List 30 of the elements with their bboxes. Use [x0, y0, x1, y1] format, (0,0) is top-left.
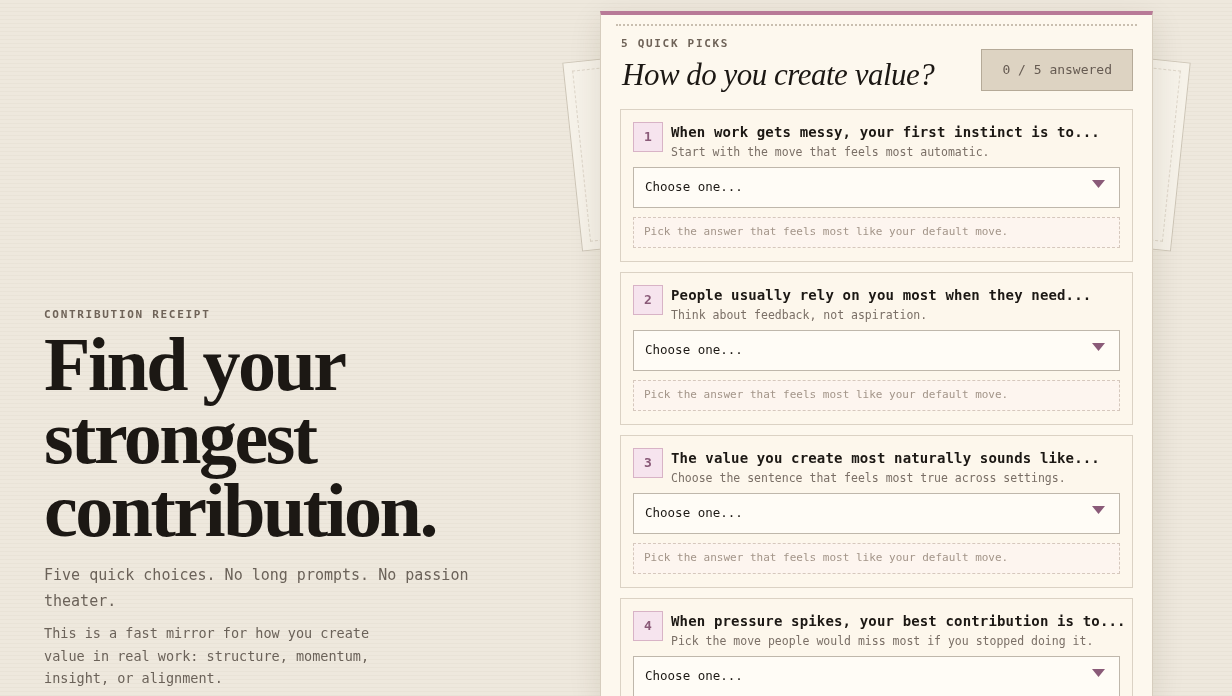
question-prompt: The value you create most naturally sounds like... [671, 449, 1100, 467]
answer-dropdown[interactable]: Choose one... [633, 167, 1120, 208]
answer-note: Pick the answer that feels most like your default move. [633, 380, 1120, 411]
question-helper: Start with the move that feels most automatic. [671, 144, 991, 160]
question-number: 3 [633, 448, 663, 478]
answer-dropdown[interactable]: Choose one... [633, 493, 1120, 534]
eyebrow-label: 5 QUICK PICKS [620, 37, 731, 51]
question-helper: Choose the sentence that feels most true across settings. [671, 470, 1067, 486]
answer-note: Pick the answer that feels most like your default move. [633, 217, 1120, 248]
caret-icon [1092, 506, 1105, 514]
answer-note: Pick the answer that feels most like your default move. [633, 543, 1120, 574]
question-prompt: People usually rely on you most when they need... [671, 286, 1092, 304]
answer-dropdown[interactable]: Choose one... [633, 330, 1120, 371]
answer-dropdown[interactable]: Choose one... [633, 656, 1120, 696]
question-number: 4 [633, 611, 663, 641]
body-paragraph: This is a fast mirror for how you create value in real work: structure, momentum, insight, or alignment. [44, 624, 371, 688]
question-number: 2 [633, 285, 663, 315]
lead-paragraph: Five quick choices. No long prompts. No passion theater. [44, 565, 470, 612]
eyebrow-label: CONTRIBUTION RECEIPT [44, 308, 212, 322]
question-number: 1 [633, 122, 663, 152]
question-prompt: When work gets messy, your first instinct is to... [671, 123, 1100, 141]
question-helper: Think about feedback, not aspiration. [671, 307, 929, 323]
caret-icon [1092, 669, 1105, 677]
caret-icon [1092, 180, 1105, 188]
progress-counter: 0 / 5 answered [981, 49, 1133, 91]
quiz-heading: How do you create value? [620, 56, 935, 94]
question-helper: Pick the move people would miss most if you stopped doing it. [671, 633, 1095, 649]
question-prompt: When pressure spikes, your best contribution is to... [671, 612, 1126, 630]
caret-icon [1092, 343, 1105, 351]
hero-heading: Find your strongest contribution. [44, 328, 437, 547]
